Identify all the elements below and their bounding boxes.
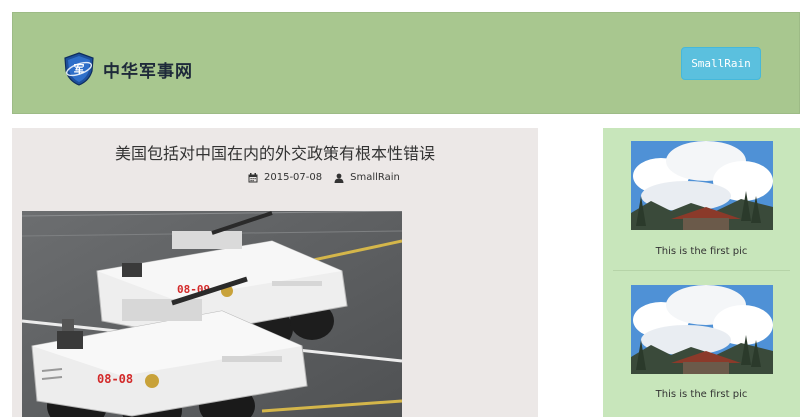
site-logo[interactable]: 军 中华军事网 [61,51,193,87]
article-date: 2015-07-08 [264,172,323,183]
user-button[interactable]: SmallRain [681,47,761,80]
sidebar-thumbnail [631,285,773,374]
sidebar-card-caption: This is the first pic [655,389,748,400]
sidebar-thumbnail [631,141,773,230]
plate-front: 08-08 [97,372,133,386]
article-title[interactable]: 美国包括对中国在内的外交政策有根本性错误 [12,140,538,164]
logo-shield-char: 军 [74,63,85,76]
sidebar-divider [613,270,790,271]
site-name: 中华军事网 [103,61,193,82]
article-meta: 2015-07-08 SmallRain [248,172,400,183]
sidebar-card-caption: This is the first pic [655,246,748,257]
site-header: 军 中华军事网 SmallRain [12,12,800,114]
sidebar: This is the first pic This is the first … [603,128,800,417]
article-image: 08-09 08-08 [22,211,402,417]
user-icon [334,173,344,183]
article-panel: 美国包括对中国在内的外交政策有根本性错误 2015-07-08 SmallRai… [12,128,538,417]
calendar-icon [248,172,258,182]
shield-logo-icon: 军 [64,52,94,86]
article-author[interactable]: SmallRain [350,172,400,183]
